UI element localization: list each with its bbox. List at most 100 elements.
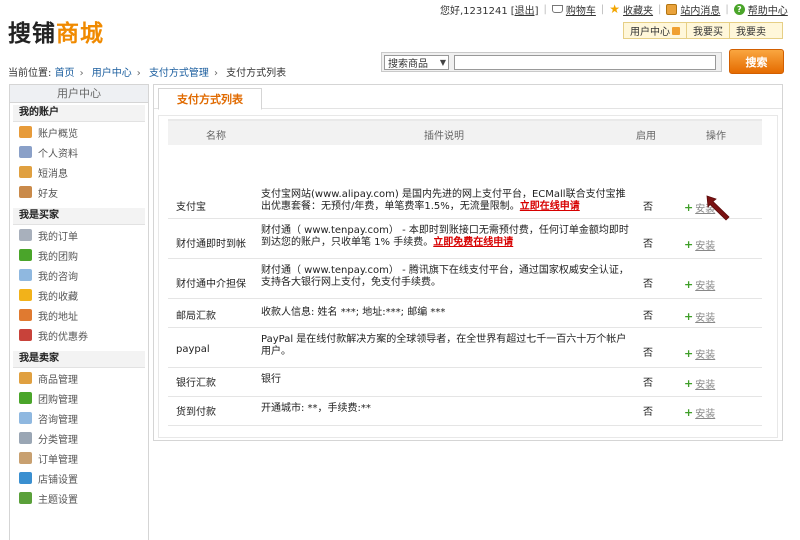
install-action[interactable]: + 安装 [684,237,715,252]
address-icon [19,309,32,321]
install-link[interactable]: 安装 [695,237,715,252]
install-link[interactable]: 安装 [695,277,715,292]
breadcrumb-home[interactable]: 首页 [55,68,75,79]
sidebar-item-label: 我的地址 [38,311,78,323]
help-link-label[interactable]: 帮助中心 [748,2,788,17]
breadcrumb-user-center[interactable]: 用户中心 [92,68,132,79]
sidebar-item-consult-manage[interactable]: 咨询管理 [10,408,148,428]
install-link[interactable]: 安装 [695,309,715,324]
favorites-link[interactable]: ★ 收藏夹 [609,2,653,17]
install-link[interactable]: 安装 [695,346,715,361]
theme-icon [19,492,32,504]
goods-icon [19,372,32,384]
enabled-status: 否 [643,348,653,359]
consult-icon [19,269,32,281]
star-icon: ★ [609,1,621,16]
payment-name: 财付通即时到帐 [176,239,246,250]
sidebar-item-profile[interactable]: 个人资料 [10,142,148,162]
user-menu-bar: 用户中心 我要买 我要卖 [623,22,783,39]
payment-name: 财付通中介担保 [176,279,246,290]
breadcrumb-payment-management[interactable]: 支付方式管理 [149,68,209,79]
group-buy-icon [19,249,32,261]
messages-link-label[interactable]: 站内消息 [680,2,720,17]
breadcrumb-prefix: 当前位置: [8,68,52,79]
install-action[interactable]: + 安装 [684,376,715,391]
sidebar-item-label: 好友 [38,188,58,200]
main-content: 支付方式列表 名称 插件说明 启用 操作 支付宝 支付宝网站(www.alipay… [153,84,783,441]
sidebar-item-theme[interactable]: 主题设置 [10,488,148,508]
apply-online-link[interactable]: 立即免费在线申请 [433,237,513,248]
sidebar-item-label: 我的订单 [38,231,78,243]
enabled-status: 否 [643,311,653,322]
logout-link[interactable]: [退出] [511,2,539,17]
payment-name: paypal [176,344,210,355]
cart-link[interactable]: 购物车 [551,2,596,17]
install-action[interactable]: + 安装 [684,309,715,324]
enabled-status: 否 [643,239,653,250]
plus-icon: + [684,347,694,360]
sidebar-item-order-manage[interactable]: 订单管理 [10,448,148,468]
sidebar-item-mail[interactable]: 短消息 [10,162,148,182]
plus-icon: + [684,377,694,390]
sidebar-item-favorite[interactable]: 我的收藏 [10,285,148,305]
search-category-value: 搜索商品 [388,58,428,70]
plus-icon: + [684,201,694,214]
payment-name: 邮局汇款 [176,311,216,322]
sidebar-item-address[interactable]: 我的地址 [10,305,148,325]
buy-menu[interactable]: 我要买 [686,23,729,38]
search-category-select[interactable]: 搜索商品 ▼ [384,54,449,70]
sidebar-item-friends[interactable]: 好友 [10,182,148,202]
payment-name: 银行汇款 [176,378,216,389]
sidebar-item-group-manage[interactable]: 团购管理 [10,388,148,408]
help-link[interactable]: ? 帮助中心 [733,2,788,17]
cart-link-label[interactable]: 购物车 [566,2,596,17]
column-header-name: 名称 [206,131,226,142]
install-action[interactable]: + 安装 [684,277,715,292]
group-manage-icon [19,392,32,404]
install-link[interactable]: 安装 [695,376,715,391]
sidebar-item-group-buy[interactable]: 我的团购 [10,245,148,265]
plus-icon: + [684,310,694,323]
sidebar-item-store[interactable]: 店铺设置 [10,468,148,488]
store-icon [19,472,32,484]
sidebar-item-label: 我的收藏 [38,291,78,303]
column-header-action: 操作 [706,131,726,142]
search-input[interactable] [454,54,716,70]
payment-description-text: PayPal 是在线付款解决方案的全球领导者，在全世界有超过七千一百六十万个帐户… [261,334,627,357]
sidebar-item-home[interactable]: 账户概览 [10,122,148,142]
sidebar-item-consult[interactable]: 我的咨询 [10,265,148,285]
plus-icon: + [684,278,694,291]
payment-name: 货到付款 [176,407,216,418]
sidebar-item-coupon[interactable]: 我的优惠券 [10,325,148,345]
table-row: 财付通中介担保 财付通（ www.tenpay.com） - 腾讯旗下在线支付平台… [168,259,762,299]
user-center-label: 用户中心 [630,27,670,38]
install-action[interactable]: + 安装 [684,346,715,361]
payment-description: 银行 [261,374,631,386]
sidebar-item-goods[interactable]: 商品管理 [10,368,148,388]
logo-text-part1: 搜铺 [8,21,56,47]
sidebar-item-label: 主题设置 [38,494,78,506]
sell-menu[interactable]: 我要卖 [729,23,772,38]
install-action[interactable]: + 安装 [684,405,715,420]
table-row: paypal PayPal 是在线付款解决方案的全球领导者，在全世界有超过七千一百… [168,328,762,368]
apply-online-link[interactable]: 立即在线申请 [520,201,580,212]
sidebar-section-heading: 我是买家 [13,208,145,225]
payment-description: 财付通（ www.tenpay.com） - 腾讯旗下在线支付平台，通过国家权威… [261,265,631,289]
enabled-status: 否 [643,378,653,389]
tab-payment-list[interactable]: 支付方式列表 [158,88,262,110]
sidebar-item-category[interactable]: 分类管理 [10,428,148,448]
mail-icon [19,166,32,178]
install-link[interactable]: 安装 [695,405,715,420]
user-center-menu[interactable]: 用户中心 [624,23,686,38]
cart-icon [551,5,563,13]
site-logo[interactable]: 搜铺商城 [8,14,104,48]
sidebar-item-label: 商品管理 [38,374,78,386]
favorite-icon [19,289,32,301]
breadcrumb-current: 支付方式列表 [226,68,287,79]
sidebar-item-order[interactable]: 我的订单 [10,225,148,245]
enabled-status: 否 [643,279,653,290]
messages-link[interactable]: 站内消息 [666,2,720,17]
search-button[interactable]: 搜索 [729,49,784,74]
pointer-arrow-icon [706,195,730,221]
favorites-link-label[interactable]: 收藏夹 [623,2,653,17]
